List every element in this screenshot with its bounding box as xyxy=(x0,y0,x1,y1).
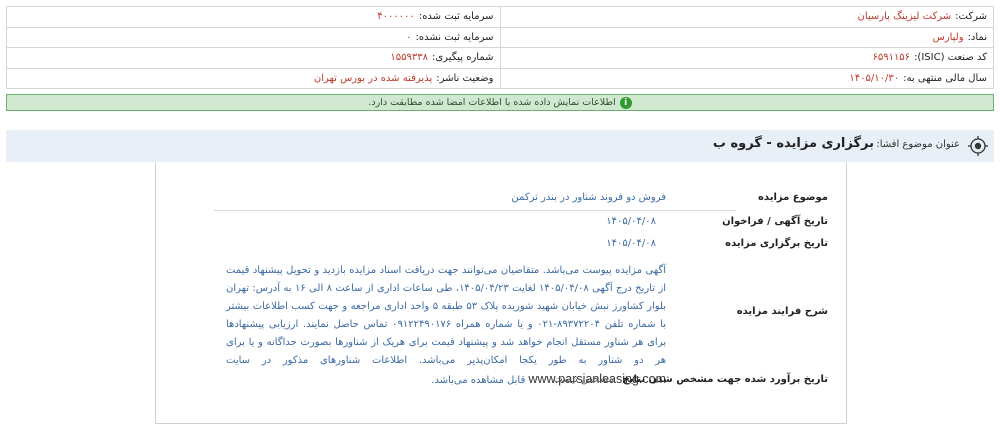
target-icon xyxy=(968,136,988,156)
notice-text: اطلاعات نمایش داده شده با اطلاعات امضا ش… xyxy=(368,97,616,108)
process-label: شرح فرایند مزایده xyxy=(736,306,828,317)
unregistered-capital-cell: سرمایه ثبت نشده:۰ xyxy=(6,26,501,48)
disclosure-subject-bar: عنوان موضوع افشا: برگزاری مزایده - گروه … xyxy=(6,130,994,162)
tracking-label: شماره پیگیری: xyxy=(431,52,494,64)
divider xyxy=(214,210,736,211)
auction-date-value: ۱۴۰۵/۰۴/۰۸ xyxy=(606,238,656,249)
info-row: شرکت:شرکت لیزینگ پارسیان سرمایه ثبت شده:… xyxy=(6,6,994,28)
auction-date-label: تاریخ برگزاری مزایده xyxy=(725,238,828,249)
fiscal-year-label: سال مالی منتهی به: xyxy=(903,72,987,84)
tracking-value: ۱۵۵۹۳۳۸ xyxy=(390,52,428,64)
subject-title: برگزاری مزایده - گروه ب xyxy=(712,136,874,151)
symbol-cell: نماد:ولپارس xyxy=(499,26,994,48)
company-cell: شرکت:شرکت لیزینگ پارسیان xyxy=(499,6,994,28)
info-row: سال مالی منتهی به:۱۴۰۵/۱۰/۳۰ وضعیت ناشر:… xyxy=(6,67,994,89)
unregistered-capital-value: ۰ xyxy=(406,31,412,43)
isic-cell: کد صنعت (ISIC):۶۵۹۱۱۵۶ xyxy=(499,47,994,69)
registered-capital-value: ۴۰۰۰۰۰۰ xyxy=(377,11,415,23)
estimated-date-value: مشخص نیست xyxy=(553,374,614,385)
info-row: کد صنعت (ISIC):۶۵۹۱۱۵۶ شماره پیگیری:۱۵۵۹… xyxy=(6,47,994,69)
estimated-date-label: تاریخ برآورد شده جهت مشخص شدن نتایج xyxy=(622,374,828,385)
publisher-status-value: پذیرفته شده در بورس تهران xyxy=(313,72,433,84)
company-label: شرکت: xyxy=(955,11,987,23)
isic-value: ۶۵۹۱۱۵۶ xyxy=(872,52,911,64)
announcement-date-label: تاریخ آگهی / فراخوان xyxy=(722,216,828,227)
registered-capital-cell: سرمایه ثبت شده:۴۰۰۰۰۰۰ xyxy=(6,6,501,28)
fiscal-year-value: ۱۴۰۵/۱۰/۳۰ xyxy=(849,72,900,84)
process-suffix: قابل مشاهده می‌باشد. xyxy=(431,375,526,386)
publisher-status-label: وضعیت ناشر: xyxy=(436,72,494,84)
symbol-value[interactable]: ولپارس xyxy=(933,32,964,43)
process-description: آگهی مزایده پیوست می‌باشد. متقاضیان می‌ت… xyxy=(226,262,666,390)
topic-label: موضوع مزایده xyxy=(758,192,828,203)
publisher-status-cell: وضعیت ناشر:پذیرفته شده در بورس تهران xyxy=(6,67,501,89)
topic-value: فروش دو فروند شناور در بندر ترکمن xyxy=(511,192,666,203)
isic-label: کد صنعت (ISIC): xyxy=(914,52,987,64)
auction-details-panel: موضوع مزایده فروش دو فروند شناور در بندر… xyxy=(155,162,847,424)
symbol-label: نماد: xyxy=(967,31,987,43)
info-row: نماد:ولپارس سرمایه ثبت نشده:۰ xyxy=(6,26,994,48)
process-text: آگهی مزایده پیوست می‌باشد. متقاضیان می‌ت… xyxy=(226,265,667,366)
tracking-cell: شماره پیگیری:۱۵۵۹۳۳۸ xyxy=(6,47,501,69)
unregistered-capital-label: سرمایه ثبت نشده: xyxy=(415,31,494,43)
verification-notice: iاطلاعات نمایش داده شده با اطلاعات امضا … xyxy=(6,94,994,111)
company-value[interactable]: شرکت لیزینگ پارسیان xyxy=(858,11,952,22)
company-info-table: شرکت:شرکت لیزینگ پارسیان سرمایه ثبت شده:… xyxy=(6,6,994,89)
fiscal-year-cell: سال مالی منتهی به:۱۴۰۵/۱۰/۳۰ xyxy=(499,67,994,89)
registered-capital-label: سرمایه ثبت شده: xyxy=(418,11,494,23)
info-icon: i xyxy=(619,96,632,109)
announcement-date-value: ۱۴۰۵/۰۴/۰۸ xyxy=(606,216,656,227)
subject-label: عنوان موضوع افشا: xyxy=(876,139,960,150)
